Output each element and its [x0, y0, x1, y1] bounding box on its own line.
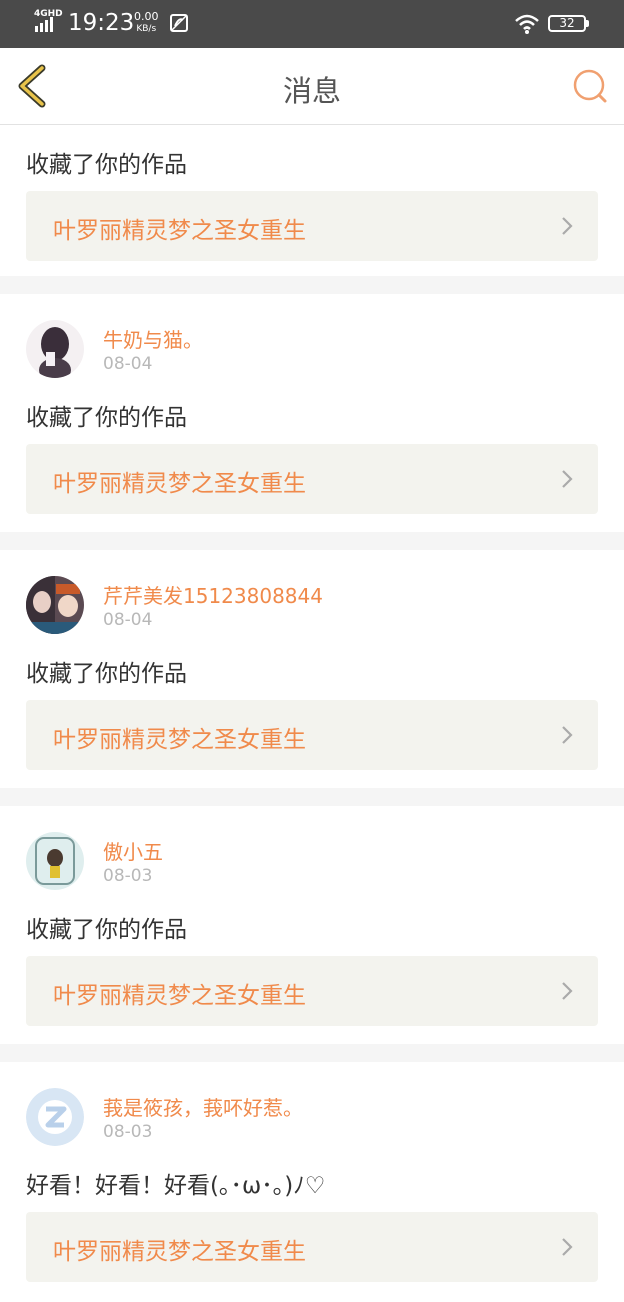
avatar[interactable] [26, 576, 84, 634]
work-title: 叶罗丽精灵梦之圣女重生 [53, 983, 306, 1009]
chevron-right-icon [562, 470, 573, 488]
avatar[interactable] [26, 832, 84, 890]
message-comment: 好看！好看！好看(｡･ω･｡)ﾉ♡ [26, 1173, 326, 1199]
message-card: 傲小五 08-03 收藏了你的作品 叶罗丽精灵梦之圣女重生 [0, 806, 624, 1044]
wifi-icon [515, 14, 539, 34]
work-title: 叶罗丽精灵梦之圣女重生 [53, 471, 306, 497]
chevron-right-icon [562, 982, 573, 1000]
message-card: 牛奶与猫。 08-04 收藏了你的作品 叶罗丽精灵梦之圣女重生 [0, 294, 624, 532]
message-list: 收藏了你的作品 叶罗丽精灵梦之圣女重生 牛奶与猫。 08-04 收藏了你的作品 … [0, 125, 624, 1302]
work-title: 叶罗丽精灵梦之圣女重生 [53, 1239, 306, 1265]
work-title: 叶罗丽精灵梦之圣女重生 [53, 727, 306, 753]
nav-bar: 消息 [0, 48, 624, 125]
work-title: 叶罗丽精灵梦之圣女重生 [53, 218, 306, 244]
search-icon[interactable] [572, 68, 608, 104]
status-time: 19:23 [68, 10, 135, 36]
signal-icon [35, 17, 53, 32]
work-link[interactable]: 叶罗丽精灵梦之圣女重生 [26, 1212, 598, 1282]
chevron-right-icon [562, 1238, 573, 1256]
username[interactable]: 芹芹美发15123808844 [103, 580, 323, 609]
speed-unit: KB/s [136, 24, 157, 34]
work-link[interactable]: 叶罗丽精灵梦之圣女重生 [26, 444, 598, 514]
message-action: 收藏了你的作品 [26, 917, 187, 943]
status-bar: 4GHD 19:23 0.00 KB/s 32 [0, 0, 624, 48]
username[interactable]: 傲小五 [103, 836, 163, 865]
chevron-right-icon [562, 726, 573, 744]
message-date: 08-04 [103, 354, 153, 374]
chevron-right-icon [562, 217, 573, 235]
message-card: 收藏了你的作品 叶罗丽精灵梦之圣女重生 [0, 125, 624, 276]
message-action: 收藏了你的作品 [26, 661, 187, 687]
battery-icon: 32 [548, 15, 589, 32]
work-link[interactable]: 叶罗丽精灵梦之圣女重生 [26, 191, 598, 261]
message-action: 收藏了你的作品 [26, 405, 187, 431]
message-date: 08-03 [103, 1122, 153, 1142]
notification-icon [170, 14, 188, 32]
default-avatar-icon[interactable] [26, 1088, 84, 1146]
message-card: 芹芹美发15123808844 08-04 收藏了你的作品 叶罗丽精灵梦之圣女重… [0, 550, 624, 788]
network-speed: 0.00 KB/s [134, 11, 159, 35]
username[interactable]: 莪是筱孩，莪吥好惹。 [103, 1092, 303, 1121]
avatar[interactable] [26, 320, 84, 378]
work-link[interactable]: 叶罗丽精灵梦之圣女重生 [26, 956, 598, 1026]
work-link[interactable]: 叶罗丽精灵梦之圣女重生 [26, 700, 598, 770]
username[interactable]: 牛奶与猫。 [103, 324, 203, 353]
page-title: 消息 [282, 74, 341, 108]
message-date: 08-03 [103, 866, 153, 886]
message-date: 08-04 [103, 610, 153, 630]
message-card: 莪是筱孩，莪吥好惹。 08-03 好看！好看！好看(｡･ω･｡)ﾉ♡ 叶罗丽精灵… [0, 1062, 624, 1302]
message-action: 收藏了你的作品 [26, 152, 187, 178]
speed-value: 0.00 [134, 10, 159, 23]
